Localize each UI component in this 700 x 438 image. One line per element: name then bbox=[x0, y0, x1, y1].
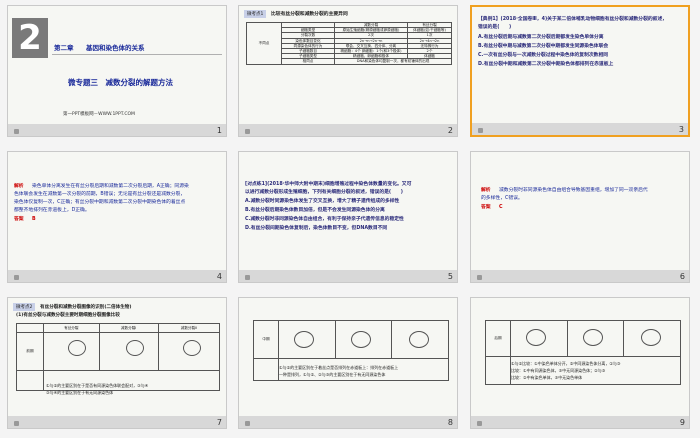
slide-bottom-bar bbox=[8, 124, 226, 136]
slide-bottom-bar bbox=[8, 416, 226, 428]
slide-thumbnail-7[interactable]: 微考点2 有丝分裂和减数分裂图像的识别(二倍体生物) (1)有丝分裂与减数分裂主… bbox=[7, 297, 227, 429]
slide-number: 1 bbox=[216, 126, 222, 135]
option-b: B.有丝分裂中期与减数第二次分裂中期都发生同源染色体联会 bbox=[478, 44, 609, 49]
analysis-label: 解析 bbox=[14, 184, 24, 189]
slide-thumbnail-2[interactable]: 微考点1 比较有丝分裂和减数分裂的主要异同 不同点 减数分裂 有丝分裂 细胞类型… bbox=[238, 5, 458, 137]
slide-thumbnail-3[interactable]: 【典例1】(2018·全国卷Ⅲ，4)关于某二倍体哺乳动物细胞有丝分裂和减数分裂的… bbox=[470, 5, 690, 137]
analysis-line: 染色体仅复制一次，C正确；有丝分裂中期和减数第二次分裂中期染色体的着丝点 bbox=[14, 200, 186, 205]
topic-title: 微专题三 减数分裂的解题方法 bbox=[68, 78, 173, 87]
chapter-title: 基因和染色体的关系 bbox=[86, 44, 145, 52]
chapter-number-badge: 2 bbox=[12, 18, 48, 58]
slide-number: 4 bbox=[216, 272, 222, 281]
slide-number: 5 bbox=[447, 272, 453, 281]
note-line: ③与④的主要区别在于有无同源染色体 bbox=[46, 390, 114, 395]
slide-number: 2 bbox=[447, 126, 453, 135]
slide-thumbnail-9[interactable]: 后期 ①与②比较：①中染色单体分开，②中同源染色体分离，①与③ 比较：①中有同源… bbox=[470, 297, 690, 429]
cell-diagram-icon bbox=[526, 329, 546, 346]
slide-thumbnail-5[interactable]: [对点练1](2018·华中师大附中期末)细胞增殖过程中染色体数量的变化。又可 … bbox=[238, 151, 458, 283]
slide-bottom-bar bbox=[471, 270, 689, 282]
cell-diagram-icon bbox=[126, 340, 144, 356]
note-line: ①与②比较：①中染色单体分开，②中同源染色体分离，①与③ bbox=[511, 361, 621, 366]
star-icon bbox=[478, 128, 483, 133]
footer-text: 第一PPT模板网－WWW.1PPT.COM bbox=[63, 112, 135, 117]
star-icon bbox=[477, 275, 482, 280]
option-d: D.有丝分裂间期染色体复制后，染色体数目不变，但DNA数目不同 bbox=[245, 226, 388, 231]
analysis-label: 解析 bbox=[481, 188, 491, 193]
slide-bottom-bar bbox=[8, 270, 226, 282]
star-icon bbox=[477, 421, 482, 426]
star-icon bbox=[14, 129, 19, 134]
star-icon bbox=[14, 421, 19, 426]
slide-heading: 比较有丝分裂和减数分裂的主要异同 bbox=[271, 12, 348, 17]
slide-number: 9 bbox=[679, 418, 685, 427]
option-a: A.有丝分裂后期与减数第二次分裂后期都发生染色单体分离 bbox=[478, 35, 604, 40]
slide-bottom-bar bbox=[239, 416, 457, 428]
slide-bottom-bar bbox=[472, 123, 688, 135]
note-line: 一种是排列，①与②、②与③的主要区别在于有无同源染色体 bbox=[279, 372, 386, 377]
answer-label: 答案 bbox=[14, 217, 24, 222]
analysis-line: 的多样性，C错误。 bbox=[481, 196, 523, 201]
slide-bottom-bar bbox=[239, 124, 457, 136]
slide-bottom-bar bbox=[239, 270, 457, 282]
option-b: B.有丝分裂后期染色体数目加倍，但是不会发生同源染色体的分离 bbox=[245, 208, 385, 213]
analysis-line: 减数分裂时非同源染色体自由组合导致基因重组，增加了同一双亲后代 bbox=[499, 188, 648, 193]
analysis-line: 染色单体分离发生在有丝分裂后期和减数第二次分裂后期，A正确；同源染 bbox=[32, 184, 189, 189]
option-d: D.有丝分裂中期和减数第二次分裂中期染色体都排列在赤道板上 bbox=[478, 62, 614, 67]
star-icon bbox=[245, 129, 250, 134]
row-label: 后期 bbox=[485, 320, 511, 357]
cell-diagram-icon bbox=[583, 329, 603, 346]
slide-thumbnail-4[interactable]: 解析 染色单体分离发生在有丝分裂后期和减数第二次分裂后期，A正确；同源染 色体联… bbox=[7, 151, 227, 283]
comparison-table: 不同点 减数分裂 有丝分裂 细胞类型 原始生殖细胞(精原细胞或卵原细胞) 体细胞(如… bbox=[246, 21, 452, 65]
answer-value: B bbox=[32, 217, 36, 222]
analysis-line: 色体联会发生在减数第一次分裂的前期，B错误；无论是有丝分裂还是减数分裂， bbox=[14, 192, 186, 197]
cell-diagram-icon bbox=[183, 340, 201, 356]
question-line: 错误的是( ) bbox=[478, 25, 512, 30]
cell-diagram-icon bbox=[351, 331, 371, 348]
cell-diagram-icon bbox=[409, 331, 429, 348]
option-c: C.一次有丝分裂与一次减数分裂过程中染色体的复制次数相同 bbox=[478, 53, 609, 58]
question-line: 以进行减数分裂形成生殖细胞，下列有关细胞分裂的叙述，错误的是( ) bbox=[245, 190, 403, 195]
note-line: ①与②的主要区别在于是否有同源染色体联会配对，③与④ bbox=[46, 383, 149, 388]
note-line: 比较：①中有同源染色体，③中无同源染色体；②与③ bbox=[511, 368, 606, 373]
answer-label: 答案 bbox=[481, 205, 491, 210]
cell-diagram-icon bbox=[68, 340, 86, 356]
slide-number: 7 bbox=[216, 418, 222, 427]
slide-subheading: (1)有丝分裂与减数分裂主要时期细胞分裂图像比较 bbox=[16, 313, 120, 318]
star-icon bbox=[14, 275, 19, 280]
side-label: 不同点 bbox=[246, 22, 282, 65]
table-header bbox=[16, 323, 44, 333]
slide-number: 8 bbox=[447, 418, 453, 427]
note-line: 比较：②中有染色单体，③中无染色单体 bbox=[511, 375, 583, 380]
cell-diagram-icon bbox=[294, 331, 314, 348]
slide-number: 6 bbox=[679, 272, 685, 281]
table-header: 减数分裂Ⅱ bbox=[157, 323, 221, 333]
slide-bottom-bar bbox=[471, 416, 689, 428]
cell-diagram-icon bbox=[641, 329, 661, 346]
slide-thumbnail-1[interactable]: 2 第二章 基因和染色体的关系 微专题三 减数分裂的解题方法 第一PPT模板网－… bbox=[7, 5, 227, 137]
slide-number: 3 bbox=[678, 125, 684, 134]
star-icon bbox=[245, 275, 250, 280]
title-divider bbox=[52, 54, 222, 55]
slide-heading: 有丝分裂和减数分裂图像的识别(二倍体生物) bbox=[40, 305, 132, 310]
option-c: C.减数分裂时非同源染色体自由组合，有利于保持亲子代遗传信息的稳定性 bbox=[245, 217, 404, 222]
star-icon bbox=[245, 421, 250, 426]
analysis-line: 都整齐地排列在赤道板上，D正确。 bbox=[14, 208, 90, 213]
heading-tag: 微考点2 bbox=[13, 303, 36, 311]
table-header: 有丝分裂 bbox=[43, 323, 100, 333]
note-line: ①与②的主要区别在于着丝点是否排列在赤道板上：排列在赤道板上 bbox=[279, 365, 399, 370]
slide-thumbnail-8[interactable]: 中期 ①与②的主要区别在于着丝点是否排列在赤道板上：排列在赤道板上 一种是排列，… bbox=[238, 297, 458, 429]
table-header: 减数分裂Ⅰ bbox=[98, 323, 159, 333]
slide-thumbnail-6[interactable]: 解析 减数分裂时非同源染色体自由组合导致基因重组，增加了同一双亲后代 的多样性，… bbox=[470, 151, 690, 283]
answer-value: C bbox=[499, 205, 503, 210]
option-a: A.减数分裂时同源染色体发生了交叉互换，增大了精子遗传组成的多样性 bbox=[245, 199, 400, 204]
row-label: 中期 bbox=[253, 320, 279, 359]
question-line: 【典例1】(2018·全国卷Ⅲ，4)关于某二倍体哺乳动物细胞有丝分裂和减数分裂的… bbox=[478, 17, 668, 22]
heading-tag: 微考点1 bbox=[244, 10, 267, 18]
question-line: [对点练1](2018·华中师大附中期末)细胞增殖过程中染色体数量的变化。又可 bbox=[245, 182, 412, 187]
cell-image-table: 有丝分裂 减数分裂Ⅰ 减数分裂Ⅱ 前期 bbox=[16, 323, 221, 391]
chapter-label: 第二章 bbox=[54, 44, 74, 52]
row-label: 前期 bbox=[16, 332, 44, 371]
